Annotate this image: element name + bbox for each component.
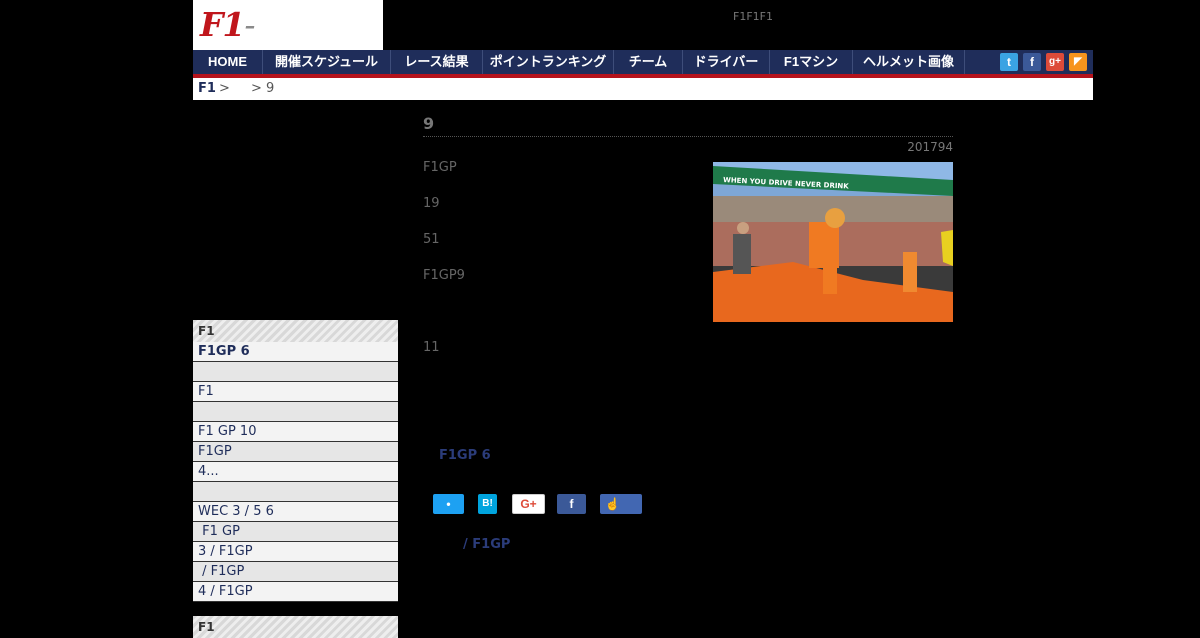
breadcrumb-separator: > xyxy=(219,81,230,96)
sidebar-list: F1GP 6 F1 F1 GP 10 F1GP 4... WEC 3 / 5 6… xyxy=(193,342,398,602)
sidebar-item[interactable]: 4 / F1GP xyxy=(193,582,398,602)
article-title: 9 xyxy=(423,114,953,137)
sidebar-item[interactable] xyxy=(193,402,398,422)
nav-driver[interactable]: ドライバー xyxy=(683,50,770,74)
article-paragraph: 11 xyxy=(423,340,440,355)
category-line: / F1GP xyxy=(463,537,510,552)
sidebar-item[interactable] xyxy=(193,362,398,382)
sidebar-item[interactable]: F1GP xyxy=(193,442,398,462)
facebook-share-button[interactable]: f xyxy=(557,494,586,514)
sidebar-item[interactable]: WEC 3 / 5 6 xyxy=(193,502,398,522)
twitter-share-icon: • xyxy=(446,497,451,511)
header-note: F1F1F1 xyxy=(733,10,773,23)
site-logo[interactable]: F1-Gate.com xyxy=(193,0,383,88)
nav-schedule[interactable]: 開催スケジュール xyxy=(263,50,391,74)
breadcrumb-home[interactable]: F1 xyxy=(198,78,216,100)
like-button[interactable]: ☝ xyxy=(600,494,642,514)
article-paragraph: 51 xyxy=(423,232,440,247)
nav-machine[interactable]: F1マシン xyxy=(770,50,853,74)
twitter-icon[interactable]: t xyxy=(1000,53,1018,71)
sidebar-item[interactable] xyxy=(193,482,398,502)
sidebar-heading: F1 xyxy=(193,320,398,342)
google-plus-icon[interactable]: g+ xyxy=(1046,53,1064,71)
article-photo: WHEN YOU DRIVE NEVER DRINK xyxy=(713,162,953,322)
sidebar-item[interactable]: 3 / F1GP xyxy=(193,542,398,562)
nav-ranking[interactable]: ポイントランキング xyxy=(483,50,614,74)
sidebar-item[interactable]: F1 GP xyxy=(193,522,398,542)
article-date: 201794 xyxy=(907,140,953,154)
sidebar-item[interactable]: 4... xyxy=(193,462,398,482)
google-plus-share-button[interactable]: G+ xyxy=(512,494,545,514)
sidebar-item[interactable]: / F1GP xyxy=(193,562,398,582)
hatena-bookmark-icon: B! xyxy=(482,498,493,509)
nav-home[interactable]: HOME xyxy=(193,50,263,74)
sidebar-item[interactable]: F1 GP 10 xyxy=(193,422,398,442)
breadcrumb-current: > 9 xyxy=(251,81,275,96)
like-icon: ☝ xyxy=(605,497,620,511)
page: F1-Gate.com F1F1F1 HOME 開催スケジュール レース結果 ポ… xyxy=(193,0,1093,638)
twitter-share-button[interactable]: • xyxy=(433,494,464,514)
related-article-link[interactable]: F1GP 6 xyxy=(439,448,491,463)
category-link[interactable]: F1GP xyxy=(472,537,510,552)
facebook-share-icon: f xyxy=(569,497,574,511)
race-photo-illustration: WHEN YOU DRIVE NEVER DRINK xyxy=(713,162,953,322)
hatena-bookmark-button[interactable]: B! xyxy=(478,494,497,514)
breadcrumb: F1 > > 9 xyxy=(193,78,1093,100)
nav-team[interactable]: チーム xyxy=(614,50,683,74)
sidebar-item[interactable]: F1 xyxy=(193,382,398,402)
nav-results[interactable]: レース結果 xyxy=(391,50,483,74)
article-paragraph: 19 xyxy=(423,196,440,211)
main-nav: HOME 開催スケジュール レース結果 ポイントランキング チーム ドライバー … xyxy=(193,50,1093,78)
article-paragraph: F1GP xyxy=(423,160,457,175)
facebook-icon[interactable]: f xyxy=(1023,53,1041,71)
sidebar-item[interactable]: F1GP 6 xyxy=(193,342,398,362)
rss-icon[interactable]: ◤ xyxy=(1069,53,1087,71)
google-plus-share-icon: G+ xyxy=(520,497,537,511)
sidebar-heading-2: F1 xyxy=(193,616,398,638)
nav-helmet[interactable]: ヘルメット画像 xyxy=(853,50,965,74)
article-paragraph: F1GP9 xyxy=(423,268,465,283)
category-prefix: / xyxy=(463,537,468,552)
